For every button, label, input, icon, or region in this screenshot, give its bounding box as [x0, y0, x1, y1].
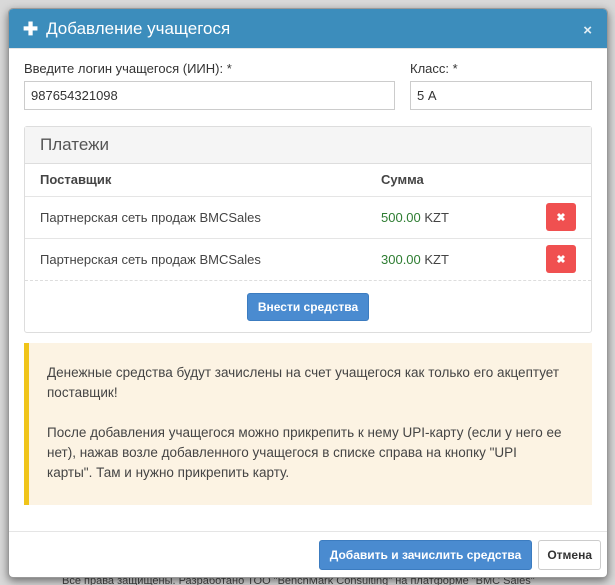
add-funds-button[interactable]: Внести средства: [246, 292, 370, 321]
payment-amount: 300.00 KZT: [366, 237, 531, 280]
add-student-modal: ✚ Добавление учащегося × Введите логин у…: [8, 8, 608, 578]
class-input[interactable]: [410, 81, 592, 110]
payment-row: Партнерская сеть продаж BMCSales 500.00 …: [25, 195, 591, 238]
payments-table: Поставщик Сумма Партнерская сеть продаж …: [25, 164, 591, 280]
close-icon: ✖: [556, 253, 566, 266]
notice-paragraph-2: После добавления учащегося можно прикреп…: [47, 425, 562, 480]
column-provider: Поставщик: [40, 172, 112, 188]
add-funds-row: Внести средства: [25, 280, 591, 332]
notice-paragraph-1: Денежные средства будут зачислены на сче…: [47, 365, 560, 400]
submit-add-student-button[interactable]: Добавить и зачислить средства: [318, 539, 533, 570]
payment-action-cell: ✖: [531, 237, 591, 280]
info-notice: Денежные средства будут зачислены на сче…: [24, 343, 592, 505]
delete-payment-button[interactable]: ✖: [546, 245, 576, 274]
modal-footer: Добавить и зачислить средства Отмена: [9, 531, 607, 577]
modal-title-text: Добавление учащегося: [46, 18, 231, 38]
delete-payment-button[interactable]: ✖: [546, 203, 576, 231]
close-icon[interactable]: ×: [583, 22, 592, 39]
close-icon: ✖: [556, 211, 566, 224]
column-amount: Сумма: [381, 172, 424, 188]
modal-title: ✚ Добавление учащегося: [23, 19, 583, 39]
payment-amount-value: 300.00: [381, 251, 421, 267]
payment-currency: KZT: [424, 209, 449, 225]
modal-body: Введите логин учащегося (ИИН): * Класс: …: [9, 49, 607, 505]
payment-amount: 500.00 KZT: [366, 195, 531, 238]
column-action: [531, 164, 591, 196]
modal-header: ✚ Добавление учащегося ×: [9, 9, 607, 49]
payment-row: Партнерская сеть продаж BMCSales 300.00 …: [25, 237, 591, 280]
payment-currency: KZT: [424, 251, 449, 267]
payments-header-row: Поставщик Сумма: [25, 164, 591, 196]
student-form-row: Введите логин учащегося (ИИН): * Класс: …: [24, 61, 592, 110]
payment-provider: Партнерская сеть продаж BMCSales: [25, 195, 366, 238]
class-label: Класс: *: [410, 61, 458, 76]
payment-amount-value: 500.00: [381, 209, 421, 225]
payments-panel: Платежи Поставщик Сумма Партнерская сеть…: [24, 126, 592, 333]
login-label: Введите логин учащегося (ИИН): *: [24, 61, 232, 76]
class-group: Класс: *: [410, 61, 592, 110]
payment-action-cell: ✖: [531, 195, 591, 238]
payments-heading: Платежи: [25, 127, 591, 164]
login-input[interactable]: [24, 81, 395, 110]
login-group: Введите логин учащегося (ИИН): *: [24, 61, 395, 110]
plus-icon: ✚: [23, 18, 39, 39]
cancel-button[interactable]: Отмена: [538, 539, 601, 570]
payment-provider: Партнерская сеть продаж BMCSales: [25, 237, 366, 280]
